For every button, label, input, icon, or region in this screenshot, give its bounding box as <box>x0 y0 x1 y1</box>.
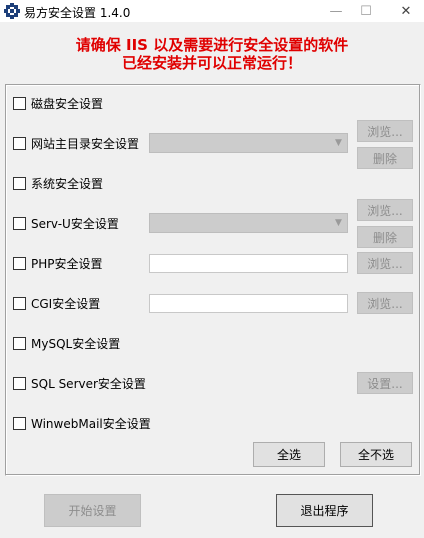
label-website-root: 网站主目录安全设置 <box>31 136 140 151</box>
delete-button-servu[interactable]: 删除 <box>357 226 413 248</box>
option-sqlserver[interactable]: SQL Server安全设置 <box>13 375 146 391</box>
close-icon[interactable]: ✕ <box>388 0 424 22</box>
chevron-down-icon[interactable]: ▼ <box>330 134 347 152</box>
php-path-input[interactable] <box>149 254 348 273</box>
option-mysql[interactable]: MySQL安全设置 <box>13 335 120 351</box>
option-website-root[interactable]: 网站主目录安全设置 <box>13 135 139 151</box>
delete-button-website[interactable]: 删除 <box>357 147 413 169</box>
label-php: PHP安全设置 <box>31 256 103 271</box>
browse-button-php[interactable]: 浏览... <box>357 252 413 274</box>
label-system: 系统安全设置 <box>31 176 104 191</box>
select-all-button[interactable]: 全选 <box>253 442 325 467</box>
checkbox-system[interactable] <box>13 176 26 190</box>
browse-button-servu[interactable]: 浏览... <box>357 199 413 221</box>
website-root-combo[interactable]: ▼ <box>149 133 348 153</box>
checkbox-mysql[interactable] <box>13 336 26 350</box>
label-cgi: CGI安全设置 <box>31 296 101 311</box>
checkbox-php[interactable] <box>13 256 26 270</box>
label-mysql: MySQL安全设置 <box>31 336 121 351</box>
warning-message: 请确保 IIS 以及需要进行安全设置的软件 已经安装并可以正常运行！ <box>0 36 424 72</box>
window-title: 易方安全设置 1.4.0 <box>24 6 131 20</box>
app-window: 易方安全设置 1.4.0 — ☐ ✕ 请确保 IIS 以及需要进行安全设置的软件… <box>0 0 424 538</box>
warning-line-2: 已经安装并可以正常运行！ <box>121 54 302 72</box>
checkbox-servu[interactable] <box>13 216 26 230</box>
option-winwebmail[interactable]: WinwebMail安全设置 <box>13 415 151 431</box>
app-logo-icon <box>4 3 20 19</box>
option-php[interactable]: PHP安全设置 <box>13 255 103 271</box>
browse-button-website[interactable]: 浏览... <box>357 120 413 142</box>
start-settings-button[interactable]: 开始设置 <box>44 494 141 527</box>
chevron-down-icon[interactable]: ▼ <box>330 214 347 232</box>
checkbox-winwebmail[interactable] <box>13 416 26 430</box>
option-system[interactable]: 系统安全设置 <box>13 175 103 191</box>
label-sqlserver: SQL Server安全设置 <box>31 376 146 391</box>
exit-program-button[interactable]: 退出程序 <box>276 494 373 527</box>
option-cgi[interactable]: CGI安全设置 <box>13 295 100 311</box>
cgi-path-input[interactable] <box>149 294 348 313</box>
checkbox-sqlserver[interactable] <box>13 376 26 390</box>
browse-button-cgi[interactable]: 浏览... <box>357 292 413 314</box>
servu-combo[interactable]: ▼ <box>149 213 348 233</box>
maximize-icon[interactable]: ☐ <box>348 0 384 22</box>
checkbox-cgi[interactable] <box>13 296 26 310</box>
label-disk: 磁盘安全设置 <box>31 96 104 111</box>
option-servu[interactable]: Serv-U安全设置 <box>13 215 119 231</box>
checkbox-disk[interactable] <box>13 96 26 110</box>
label-servu: Serv-U安全设置 <box>31 216 119 231</box>
warning-line-1: 请确保 IIS 以及需要进行安全设置的软件 <box>75 36 349 54</box>
checkbox-website-root[interactable] <box>13 136 26 150</box>
settings-button-sqlserver[interactable]: 设置... <box>357 372 413 394</box>
select-none-button[interactable]: 全不选 <box>340 442 412 467</box>
option-disk[interactable]: 磁盘安全设置 <box>13 95 103 111</box>
title-bar: 易方安全设置 1.4.0 — ☐ ✕ <box>0 0 424 22</box>
label-winwebmail: WinwebMail安全设置 <box>31 416 151 431</box>
